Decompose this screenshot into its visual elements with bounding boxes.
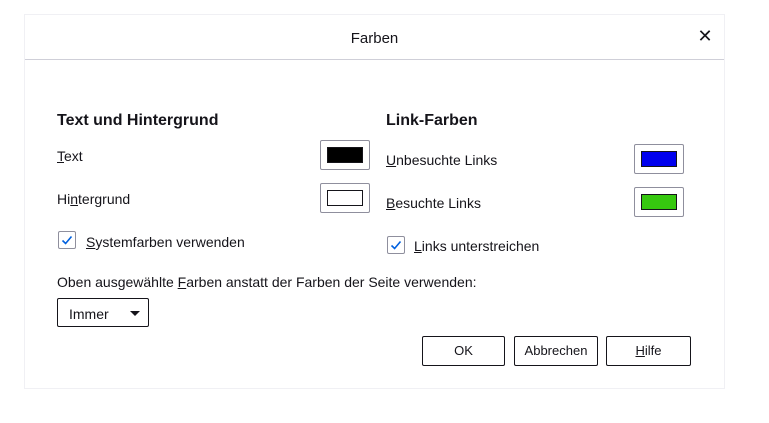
text-color-button[interactable] xyxy=(320,140,370,170)
underline-links-label: Links unterstreichen xyxy=(414,238,539,254)
underline-links-checkbox[interactable] xyxy=(387,236,405,254)
help-button[interactable]: Hilfe xyxy=(606,336,691,366)
override-label-rest: arben anstatt der Farben der Seite verwe… xyxy=(186,274,477,290)
visited-accesskey: B xyxy=(386,195,396,211)
background-label-accesskey: n xyxy=(70,191,79,207)
help-accesskey: H xyxy=(635,343,645,358)
dialog-title: Farben xyxy=(350,30,399,47)
text-background-heading: Text und Hintergrund xyxy=(57,112,219,129)
ok-button[interactable]: OK xyxy=(422,336,505,366)
text-color-swatch xyxy=(327,147,363,163)
override-label: Oben ausgewählte Farben anstatt der Farb… xyxy=(57,274,477,290)
visited-links-color-button[interactable] xyxy=(634,187,684,217)
unvisited-links-label: Unbesuchte Links xyxy=(386,152,497,168)
system-colors-accesskey: S xyxy=(86,234,96,250)
override-select[interactable]: Immer xyxy=(57,298,149,327)
close-icon[interactable]: ✕ xyxy=(694,25,716,47)
visited-links-swatch xyxy=(641,194,677,210)
system-colors-checkbox[interactable] xyxy=(58,231,76,249)
unvisited-accesskey: U xyxy=(386,152,397,168)
dialog-titlebar: Farben ✕ xyxy=(25,15,724,60)
text-color-label: Text xyxy=(57,148,83,164)
unvisited-links-swatch xyxy=(641,151,677,167)
link-colors-heading: Link-Farben xyxy=(386,112,478,129)
underline-rest: inks unterstreichen xyxy=(421,238,540,254)
chevron-down-icon xyxy=(130,311,140,316)
unvisited-rest: nbesuchte Links xyxy=(396,152,498,168)
text-label-rest: ext xyxy=(64,148,83,164)
help-rest: ilfe xyxy=(644,343,662,358)
visited-rest: esuchte Links xyxy=(395,195,481,211)
override-accesskey: F xyxy=(177,274,187,290)
colors-dialog: Farben ✕ Text und Hintergrund Text Hinte… xyxy=(24,14,725,389)
override-select-value: Immer xyxy=(69,306,109,322)
checkmark-icon xyxy=(390,240,402,250)
background-color-button[interactable] xyxy=(320,183,370,213)
system-colors-rest: ystemfarben verwenden xyxy=(95,234,245,250)
background-label-rest: tergrund xyxy=(78,191,131,207)
visited-links-label: Besuchte Links xyxy=(386,195,481,211)
unvisited-links-color-button[interactable] xyxy=(634,144,684,174)
system-colors-label: Systemfarben verwenden xyxy=(86,234,245,250)
background-label-pre: Hi xyxy=(57,191,71,207)
text-label-accesskey: T xyxy=(57,148,64,164)
underline-accesskey: L xyxy=(414,238,422,254)
checkmark-icon xyxy=(61,235,73,245)
override-label-pre: Oben ausgewählte xyxy=(57,274,178,290)
background-color-label: Hintergrund xyxy=(57,191,130,207)
background-color-swatch xyxy=(327,190,363,206)
cancel-button[interactable]: Abbrechen xyxy=(514,336,598,366)
